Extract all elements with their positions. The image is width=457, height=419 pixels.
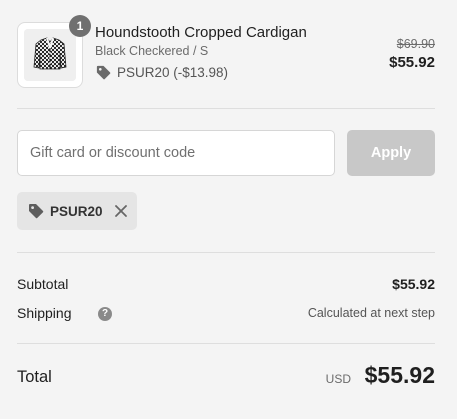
- applied-discount-code: PSUR20: [50, 203, 103, 219]
- product-price: $55.92: [389, 54, 435, 71]
- discount-code-input[interactable]: [17, 130, 335, 176]
- product-discount: PSUR20 (-$13.98): [95, 63, 228, 81]
- total-amount: $55.92: [364, 362, 435, 388]
- shipping-value: Calculated at next step: [307, 306, 435, 320]
- total-currency: USD: [325, 372, 351, 386]
- product-title: Houndstooth Cropped Cardigan: [95, 24, 307, 41]
- product-image: [24, 29, 76, 81]
- order-summary: 1 Houndstooth Cropped Cardigan Black Che…: [17, 0, 435, 419]
- line-item: 1 Houndstooth Cropped Cardigan Black Che…: [17, 15, 435, 90]
- divider: [17, 343, 435, 344]
- product-discount-label: PSUR20 (-$13.98): [117, 64, 229, 80]
- total-label: Total: [17, 368, 52, 386]
- subtotal-value: $55.92: [392, 276, 435, 292]
- apply-button[interactable]: Apply: [347, 130, 435, 176]
- product-variant: Black Checkered / S: [95, 44, 209, 58]
- product-thumbnail: 1: [17, 15, 91, 88]
- divider: [17, 108, 435, 109]
- shipping-label: Shipping: [17, 305, 72, 321]
- cardigan-image: [24, 29, 76, 81]
- tag-icon: [27, 202, 45, 220]
- compare-at-price: $69.90: [396, 37, 435, 51]
- close-icon[interactable]: [114, 204, 128, 218]
- question-icon[interactable]: ?: [98, 307, 112, 321]
- quantity-badge: 1: [69, 15, 91, 37]
- applied-discount-chip: PSUR20: [17, 192, 137, 230]
- subtotal-label: Subtotal: [17, 276, 69, 292]
- tag-icon: [95, 64, 112, 81]
- divider: [17, 252, 435, 253]
